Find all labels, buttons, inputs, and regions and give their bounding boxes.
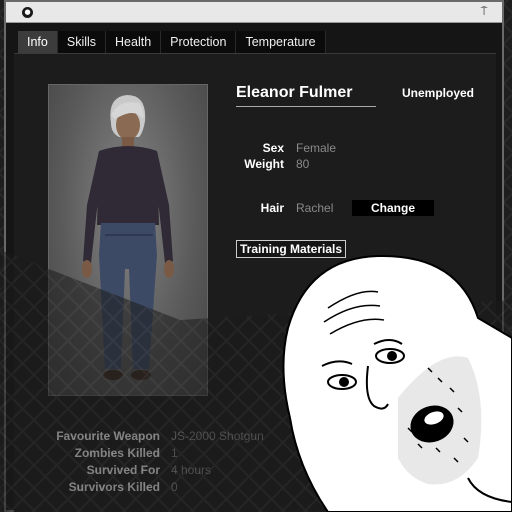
sex-label: Sex — [262, 141, 284, 155]
pin-icon[interactable]: ⍑ — [478, 6, 490, 18]
close-icon[interactable]: ● — [22, 7, 33, 18]
wojak-face-overlay — [282, 254, 512, 512]
tab-info[interactable]: Info — [18, 31, 58, 53]
survivors-killed-label: Survivors Killed — [68, 480, 160, 494]
favourite-weapon-label: Favourite Weapon — [56, 429, 160, 443]
hair-label: Hair — [260, 201, 284, 215]
change-hair-button[interactable]: Change — [352, 200, 434, 216]
tab-health[interactable]: Health — [106, 31, 162, 53]
hair-value: Rachel — [296, 201, 334, 215]
character-name: Eleanor Fulmer — [236, 84, 353, 101]
tab-bar: Info Skills Health Protection Temperatur… — [18, 31, 326, 53]
sex-value: Female — [296, 141, 337, 155]
survivors-killed-value: 0 — [171, 480, 178, 494]
title-bar[interactable]: ● ⍑ — [6, 2, 502, 23]
tab-temperature[interactable]: Temperature — [236, 31, 326, 53]
character-figure — [82, 95, 174, 380]
weight-value: 80 — [296, 157, 310, 171]
character-portrait — [48, 84, 208, 396]
survived-for-value: 4 hours — [171, 463, 212, 477]
tab-skills[interactable]: Skills — [57, 31, 107, 53]
weight-label: Weight — [244, 157, 284, 171]
name-underline — [236, 106, 376, 107]
stage: ● ⍑ Info Skills Health Protection Temper… — [0, 0, 512, 512]
favourite-weapon-value: JS-2000 Shotgun — [171, 429, 264, 443]
character-occupation: Unemployed — [402, 86, 475, 100]
tab-protection[interactable]: Protection — [161, 31, 237, 53]
zombies-killed-value: 1 — [171, 446, 178, 460]
survived-for-label: Survived For — [86, 463, 160, 477]
zombies-killed-label: Zombies Killed — [74, 446, 160, 460]
